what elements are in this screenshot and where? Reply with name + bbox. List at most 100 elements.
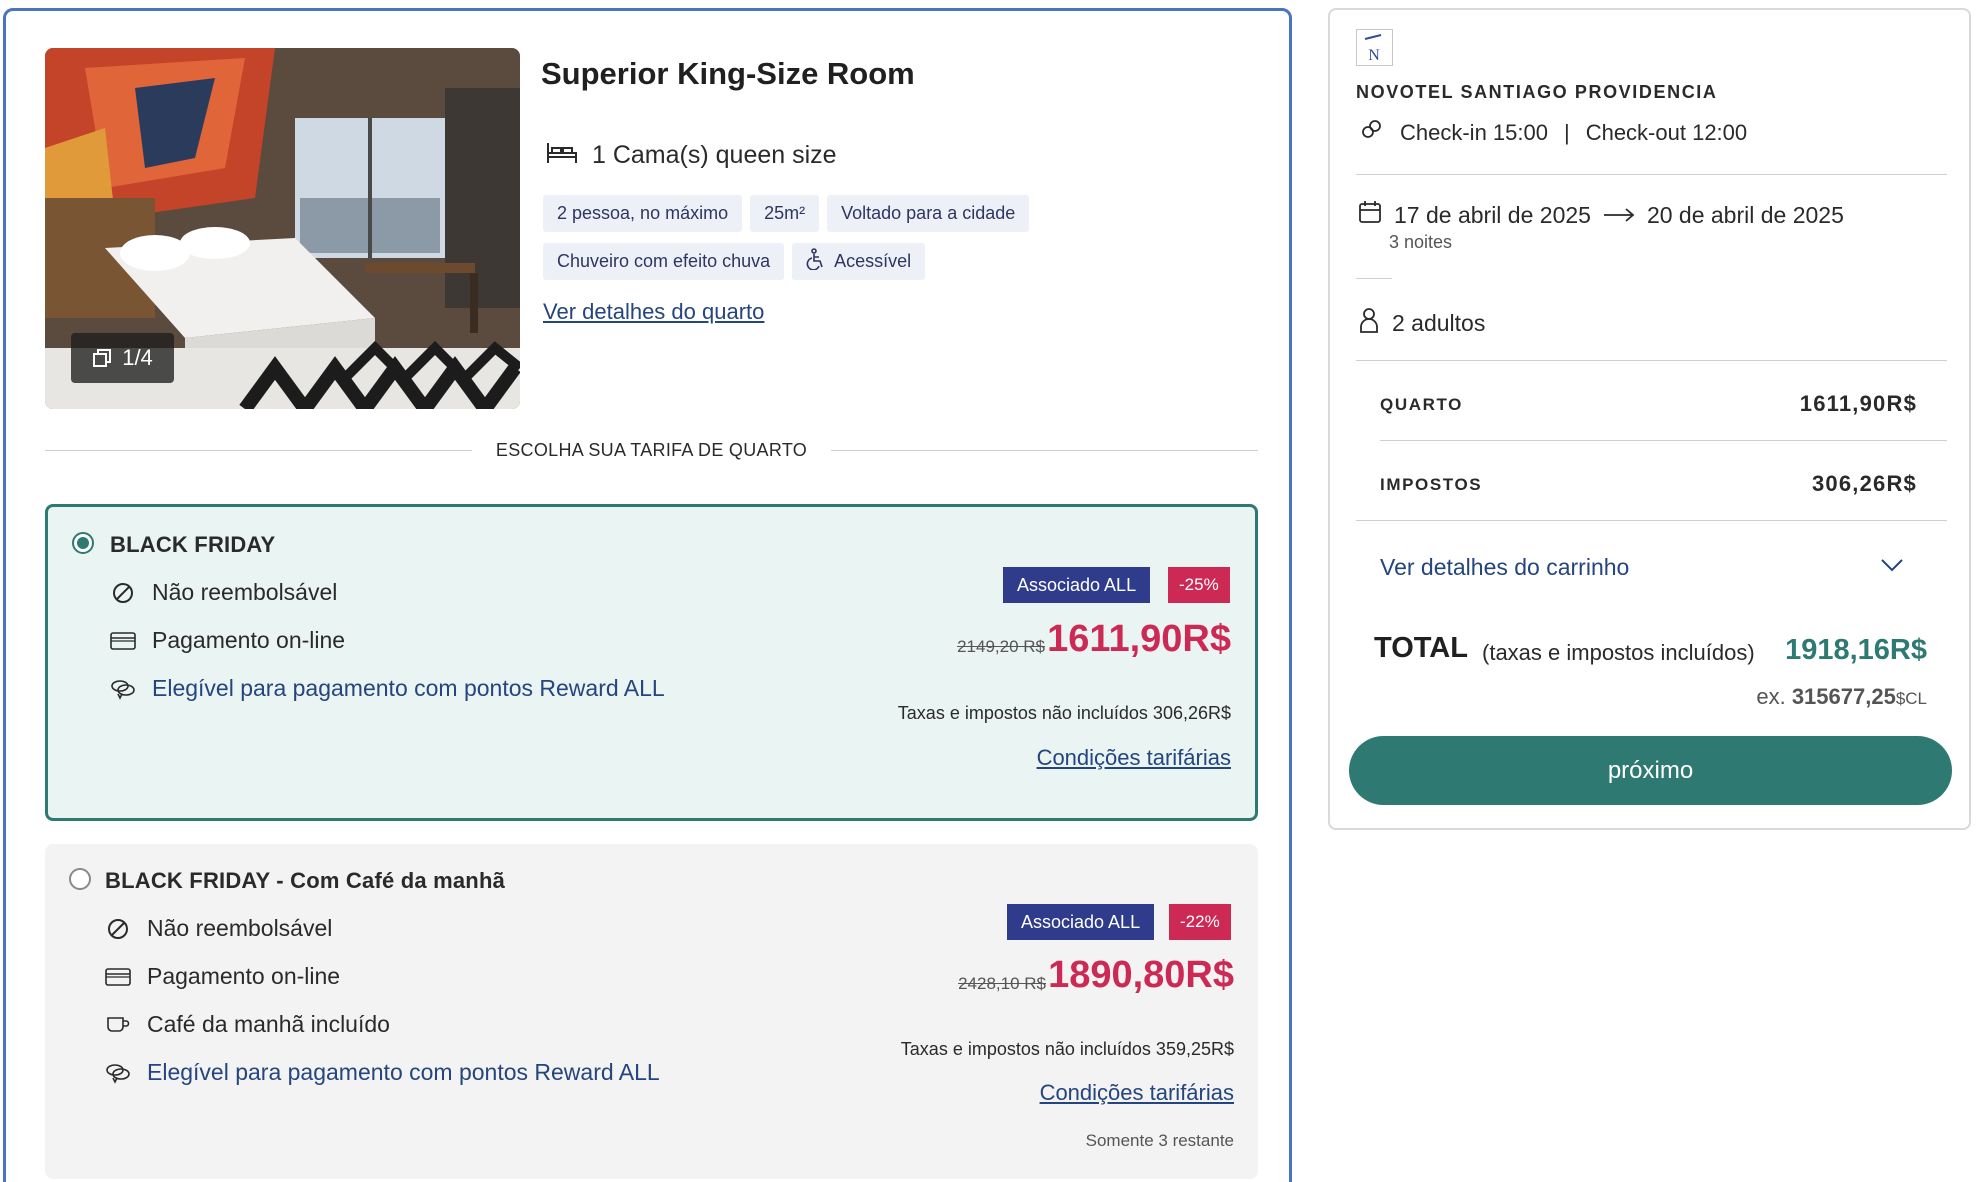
chip-capacity: 2 pessoa, no máximo bbox=[543, 195, 743, 232]
cart-details-link[interactable]: Ver detalhes do carrinho bbox=[1380, 554, 1629, 581]
accessibility-icon bbox=[806, 248, 826, 275]
discount-badge: -22% bbox=[1169, 904, 1231, 940]
feature-breakfast: Café da manhã incluído bbox=[105, 1011, 390, 1038]
rate-conditions-link[interactable]: Condições tarifárias bbox=[1037, 745, 1231, 771]
availability-note: Somente 3 restante bbox=[1085, 1131, 1234, 1150]
no-refund-icon bbox=[105, 916, 131, 942]
guests-count: 2 adultos bbox=[1392, 309, 1486, 336]
feature-label: Elegível para pagamento com pontos Rewar… bbox=[152, 675, 665, 701]
feature-label: Pagamento on-line bbox=[152, 627, 346, 653]
divider-line bbox=[45, 449, 472, 451]
hotel-logo: N bbox=[1356, 29, 1393, 66]
feature-reward-points: Elegível para pagamento com pontos Rewar… bbox=[105, 1059, 660, 1086]
rate-radio-unselected[interactable] bbox=[69, 868, 91, 890]
tax-note: Taxas e impostos não incluídos 359,25R$ bbox=[900, 1039, 1234, 1059]
credit-card-icon bbox=[110, 628, 136, 654]
feature-label: Não reembolsável bbox=[152, 579, 338, 605]
bed-icon bbox=[546, 139, 578, 172]
gallery-icon bbox=[92, 348, 112, 368]
room-features-row: Chuveiro com efeito chuva Acessível bbox=[543, 243, 926, 280]
divider bbox=[1356, 278, 1392, 279]
chevron-down-icon[interactable] bbox=[1880, 557, 1904, 578]
date-from: 17 de abril de 2025 bbox=[1394, 201, 1591, 228]
room-details-link[interactable]: Ver detalhes do quarto bbox=[543, 299, 764, 325]
total-note: (taxas e impostos incluídos) bbox=[1482, 640, 1755, 665]
feature-online-payment: Pagamento on-line bbox=[110, 627, 345, 654]
chip-accessible-label: Acessível bbox=[834, 251, 912, 271]
total-value: 1918,16R$ bbox=[1785, 634, 1927, 666]
reward-points-icon bbox=[110, 676, 136, 702]
chip-size: 25m² bbox=[750, 195, 820, 232]
feature-non-refundable: Não reembolsável bbox=[105, 915, 332, 942]
room-line-value: 1611,90R$ bbox=[1799, 391, 1917, 416]
rate-price: 1611,90R$ bbox=[1047, 618, 1231, 660]
room-photo[interactable]: 1/4 bbox=[45, 48, 520, 409]
points-currency: $CL bbox=[1895, 689, 1927, 708]
divider bbox=[1356, 360, 1947, 361]
feature-label: Pagamento on-line bbox=[147, 963, 341, 989]
divider bbox=[1380, 440, 1947, 441]
total-label: TOTAL bbox=[1374, 632, 1468, 664]
room-features-row: 2 pessoa, no máximo 25m² Voltado para a … bbox=[543, 195, 1030, 232]
coffee-cup-icon bbox=[105, 1012, 131, 1038]
stay-dates: 17 de abril de 2025 20 de abril de 2025 bbox=[1358, 200, 1844, 230]
rate-name: BLACK FRIDAY - Com Café da manhã bbox=[105, 868, 506, 893]
feature-online-payment: Pagamento on-line bbox=[105, 963, 340, 990]
rate-section-heading: ESCOLHA SUA TARIFA DE QUARTO bbox=[495, 439, 808, 460]
rate-option-black-friday-breakfast[interactable]: BLACK FRIDAY - Com Café da manhã Não ree… bbox=[45, 844, 1258, 1179]
divider-line bbox=[831, 449, 1259, 451]
feature-label: Não reembolsável bbox=[147, 915, 333, 941]
credit-card-icon bbox=[105, 964, 131, 990]
divider bbox=[1356, 520, 1947, 521]
calendar-icon bbox=[1358, 200, 1382, 230]
rate-option-black-friday[interactable]: BLACK FRIDAY Não reembolsável Pagamento … bbox=[45, 504, 1258, 821]
photo-counter-text: 1/4 bbox=[122, 345, 153, 370]
member-badge: Associado ALL bbox=[1007, 904, 1155, 940]
feature-label: Café da manhã incluído bbox=[147, 1011, 390, 1037]
feature-non-refundable: Não reembolsável bbox=[110, 579, 337, 606]
checkin-separator: | bbox=[1563, 120, 1570, 145]
hotel-logo-letter: N bbox=[1368, 47, 1380, 64]
no-refund-icon bbox=[110, 580, 136, 606]
chip-accessible: Acessível bbox=[792, 243, 926, 280]
tax-note: Taxas e impostos não incluídos 306,26R$ bbox=[897, 703, 1231, 723]
rate-section-divider: ESCOLHA SUA TARIFA DE QUARTO bbox=[45, 439, 1259, 461]
photo-counter[interactable]: 1/4 bbox=[71, 333, 174, 383]
room-line-label: QUARTO bbox=[1380, 395, 1463, 414]
person-icon bbox=[1358, 307, 1380, 339]
points-value: 315677,25 bbox=[1791, 684, 1896, 709]
reward-points-icon bbox=[105, 1060, 131, 1086]
hotel-name: NOVOTEL SANTIAGO PROVIDENCIA bbox=[1356, 82, 1718, 102]
checkout-time: Check-out 12:00 bbox=[1585, 120, 1748, 145]
chip-shower: Chuveiro com efeito chuva bbox=[543, 243, 785, 280]
room-card: 1/4 Superior King-Size Room 1 Cama(s) qu… bbox=[3, 8, 1292, 1182]
bed-info: 1 Cama(s) queen size bbox=[546, 139, 837, 172]
feature-reward-points: Elegível para pagamento com pontos Rewar… bbox=[110, 675, 665, 702]
next-button[interactable]: próximo bbox=[1349, 736, 1952, 805]
original-price: 2149,20 R$ bbox=[957, 637, 1045, 656]
booking-summary: N NOVOTEL SANTIAGO PROVIDENCIA Check-in … bbox=[1328, 8, 1971, 830]
key-link-icon bbox=[1360, 118, 1384, 148]
taxes-line-label: IMPOSTOS bbox=[1380, 475, 1483, 494]
rate-radio-selected[interactable] bbox=[72, 532, 94, 554]
rate-conditions-link[interactable]: Condições tarifárias bbox=[1040, 1080, 1234, 1106]
checkin-checkout: Check-in 15:00 | Check-out 12:00 bbox=[1360, 118, 1747, 148]
feature-label: Elegível para pagamento com pontos Rewar… bbox=[147, 1059, 660, 1085]
bed-text: 1 Cama(s) queen size bbox=[592, 141, 837, 169]
discount-badge: -25% bbox=[1168, 567, 1230, 603]
chip-view: Voltado para a cidade bbox=[827, 195, 1030, 232]
member-badge: Associado ALL bbox=[1003, 567, 1151, 603]
arrow-right-icon bbox=[1603, 202, 1635, 229]
original-price: 2428,10 R$ bbox=[958, 974, 1046, 993]
rate-name: BLACK FRIDAY bbox=[110, 532, 276, 557]
points-equivalent: ex. 315677,25$CL bbox=[1756, 684, 1927, 710]
date-to: 20 de abril de 2025 bbox=[1646, 201, 1844, 228]
taxes-line-value: 306,26R$ bbox=[1811, 471, 1917, 496]
room-title: Superior King-Size Room bbox=[541, 56, 915, 91]
rate-price: 1890,80R$ bbox=[1048, 954, 1234, 996]
checkin-time: Check-in 15:00 bbox=[1400, 120, 1548, 145]
divider bbox=[1356, 174, 1947, 175]
nights-count: 3 noites bbox=[1389, 232, 1453, 252]
points-prefix: ex. bbox=[1756, 684, 1786, 709]
guests-info: 2 adultos bbox=[1358, 307, 1485, 339]
